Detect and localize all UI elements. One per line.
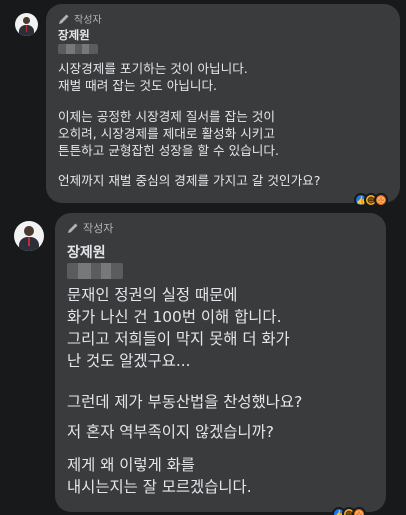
comment: 작성자 장제원 시장경제를 포기하는 것이 아닙니다. 재벌 때려 잡는 것도 …	[0, 0, 406, 207]
blurred-text	[58, 44, 98, 54]
author-avatar[interactable]	[14, 221, 44, 251]
comment: 작성자 장제원 문재인 정권의 실정 때문에 화가 나신 건 100번 이해 합…	[0, 209, 406, 515]
comment-paragraph: 그런데 제가 부동산법을 찬성했나요?	[67, 393, 303, 411]
comment-paragraph: 문재인 정권의 실정 때문에 화가 나신 건 100번 이해 합니다. 그리고 …	[67, 286, 290, 370]
comment-paragraph: 이제는 공정한 시장경제 질서를 잡는 것이 오히려, 시장경제를 제대로 활성…	[58, 109, 279, 158]
author-badge-label: 작성자	[83, 222, 114, 235]
reaction-summary[interactable]: 👍 ☻ ☹	[354, 193, 388, 207]
author-avatar[interactable]	[15, 13, 38, 36]
author-name[interactable]: 장제원	[67, 242, 106, 262]
author-name[interactable]: 장제원	[58, 27, 90, 43]
angry-reaction-icon: ☹	[352, 507, 366, 515]
author-badge-label: 작성자	[74, 15, 102, 26]
pencil-icon	[59, 14, 69, 24]
pencil-icon	[68, 223, 78, 233]
author-badge: 작성자	[67, 220, 113, 236]
comment-paragraph: 제게 왜 이렇게 화를 내시는지는 잘 모르겠습니다.	[67, 456, 252, 496]
comment-paragraph: 시장경제를 포기하는 것이 아닙니다. 재벌 때려 잡는 것도 아닙니다.	[58, 61, 248, 93]
comment-paragraph: 저 혼자 역부족이지 않겠습니까?	[67, 423, 274, 441]
blurred-text	[67, 263, 123, 279]
author-badge: 작성자	[58, 11, 102, 26]
comment-paragraph: 언제까지 재벌 중심의 경제를 가지고 갈 것인가요?	[58, 173, 321, 188]
reaction-summary[interactable]: 👍 ☻ ☹	[332, 507, 366, 515]
angry-reaction-icon: ☹	[374, 193, 388, 207]
